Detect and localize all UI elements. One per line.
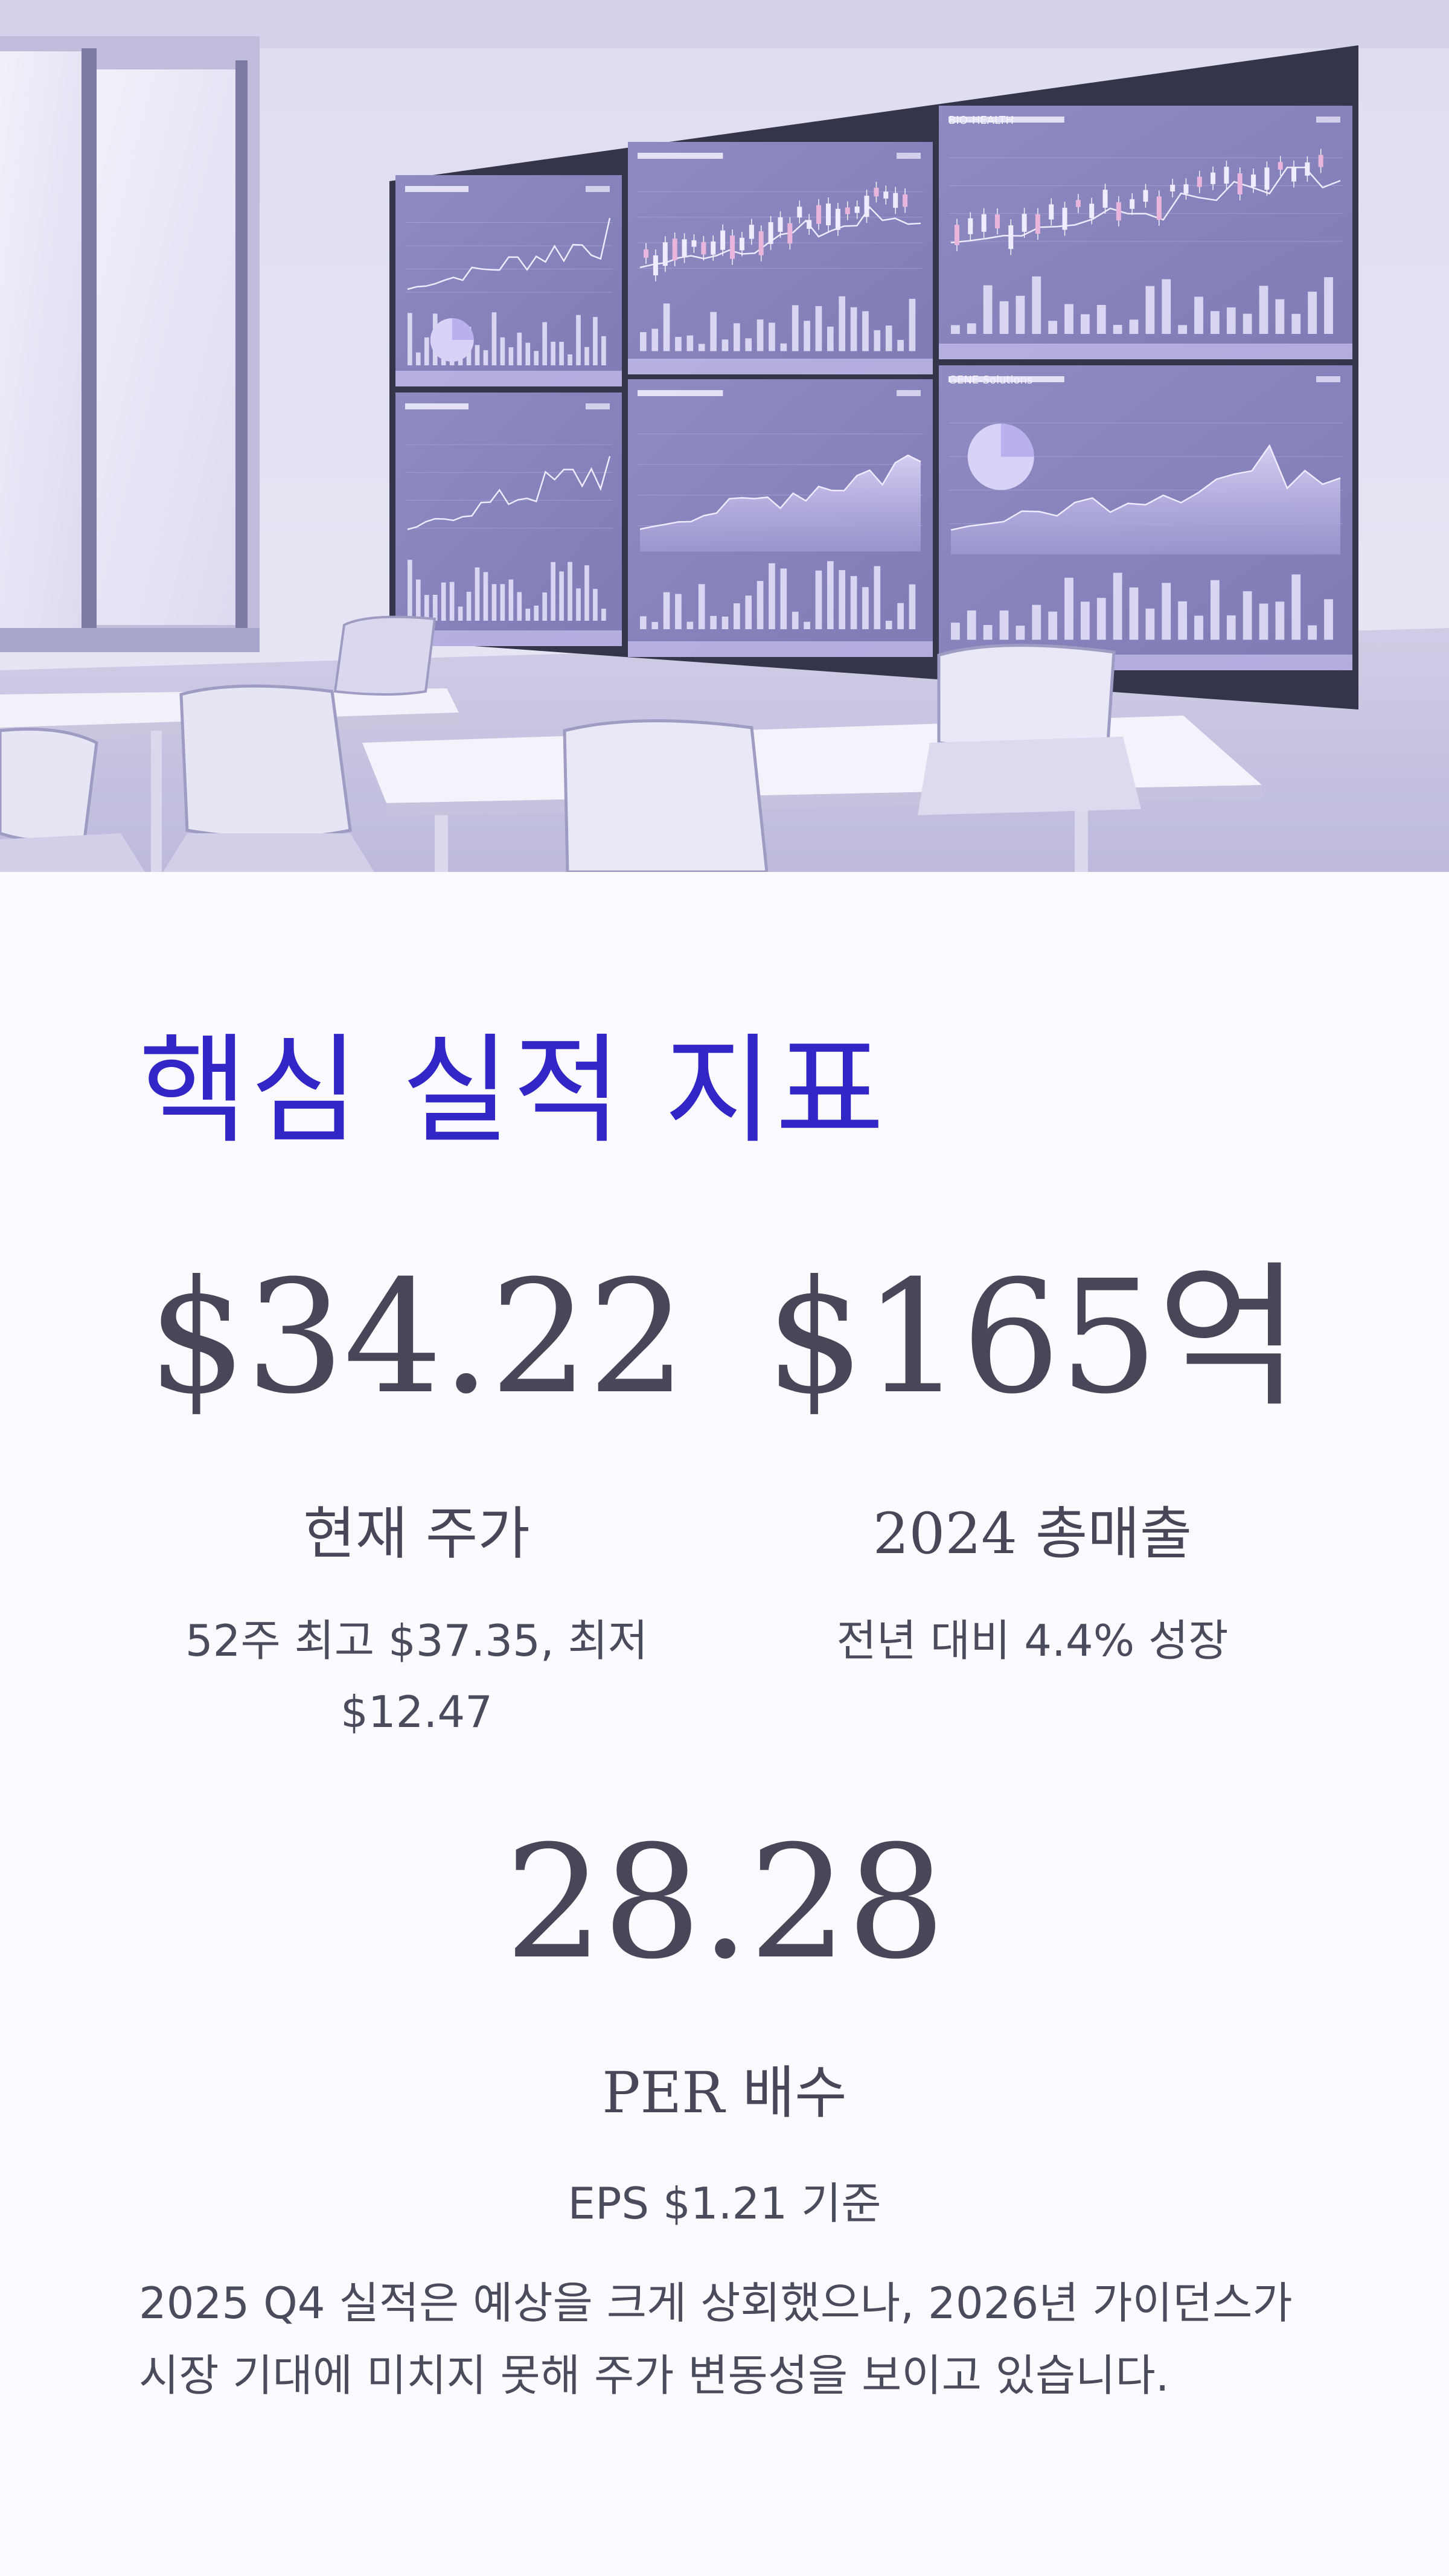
metric-current-price: $34.22 현재 주가 52주 최고 $37.35, 최저 $12.47 <box>133 1260 700 1748</box>
metric-label: 현재 주가 <box>303 1501 530 1567</box>
metric-subtext: 52주 최고 $37.35, 최저 $12.47 <box>185 1615 648 1737</box>
section-title: 핵심 실적 지표 <box>139 1022 887 1160</box>
metric-label: PER 배수 <box>602 2060 847 2126</box>
dashboard-screen: GENE-Solutions <box>939 365 1352 670</box>
dashboard-screen <box>395 175 622 386</box>
screen-title: BIO-HEALTH <box>948 114 1014 127</box>
office-dashboard-illustration: BIO-HEALTH GENE-Solutions <box>0 0 1449 872</box>
dashboard-screen <box>395 392 622 646</box>
dashboard-screen: BIO-HEALTH <box>939 106 1352 359</box>
screen-title: GENE-Solutions <box>948 374 1032 386</box>
metric-per-ratio: 28.28 PER 배수 EPS $1.21 기준 <box>362 1825 1087 2239</box>
metric-value: 28.28 <box>504 1812 946 1993</box>
metric-total-revenue: $165억 2024 총매출 전년 대비 4.4% 성장 <box>734 1260 1331 1676</box>
hero-image: BIO-HEALTH GENE-Solutions <box>0 0 1449 872</box>
dashboard-screen <box>628 379 933 657</box>
metric-subtext: 전년 대비 4.4% 성장 <box>836 1615 1229 1666</box>
summary-text: 2025 Q4 실적은 예상을 크게 상회했으나, 2026년 가이던스가 시장… <box>139 2278 1293 2401</box>
metric-value: $34.22 <box>147 1247 687 1428</box>
window <box>0 36 260 652</box>
metric-subtext: EPS $1.21 기준 <box>568 2178 881 2229</box>
metric-value: $165억 <box>766 1247 1300 1428</box>
metric-label: 2024 총매출 <box>872 1501 1192 1567</box>
metrics-section: 핵심 실적 지표 $34.22 현재 주가 52주 최고 $37.35, 최저 … <box>0 872 1449 2576</box>
dashboard-screen <box>628 142 933 374</box>
